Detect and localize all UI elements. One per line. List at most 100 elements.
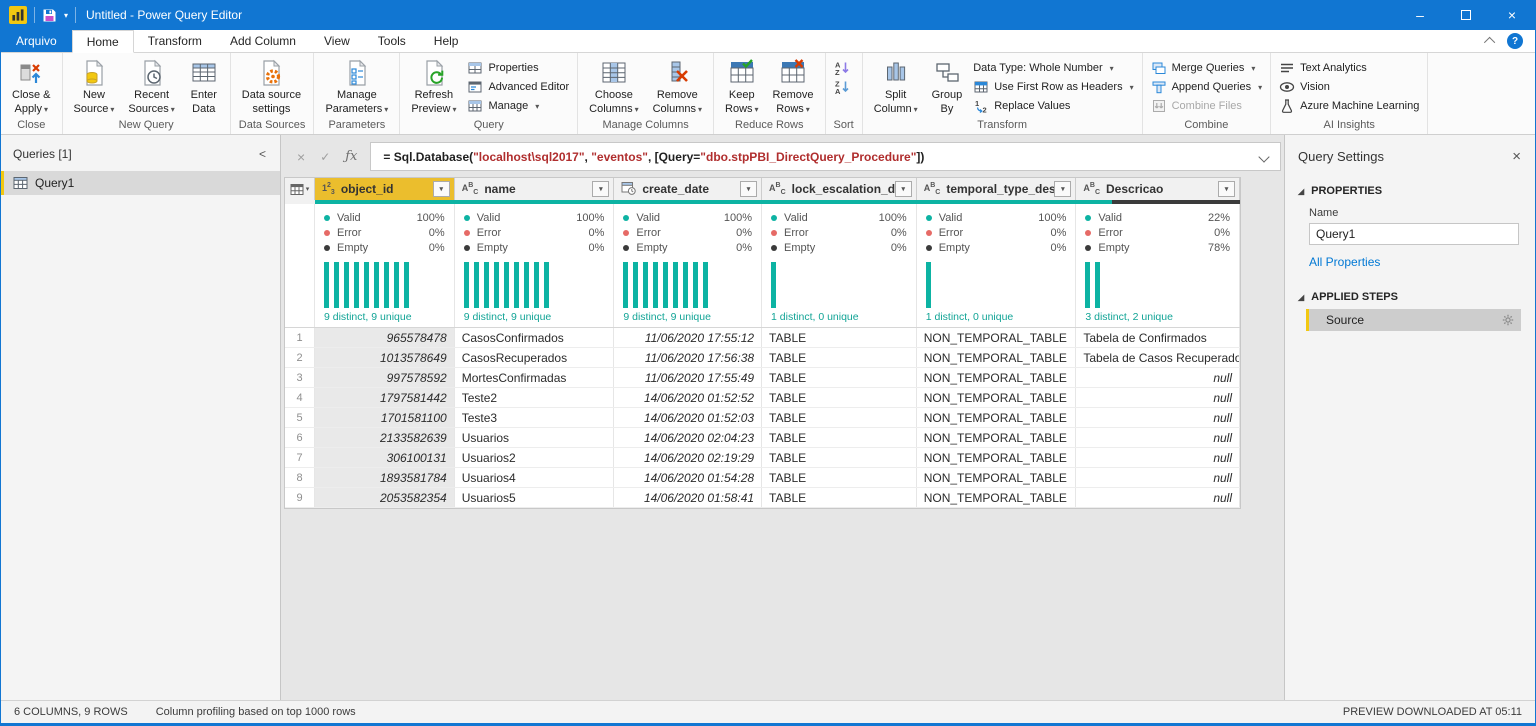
cell-create_date[interactable]: 11/06/2020 17:55:12 [614,328,763,347]
all-properties-link[interactable]: All Properties [1285,245,1535,287]
cell-create_date[interactable]: 14/06/2020 02:19:29 [614,448,763,467]
recent-sources-button[interactable]: Recent Sources ▾ [122,56,180,119]
cell-temporal_type_desc[interactable]: NON_TEMPORAL_TABLE [917,388,1077,407]
cell-Descricao[interactable]: Tabela de Casos Recuperados [1076,348,1241,367]
tab-home[interactable]: Home [71,30,134,53]
merge-queries-button[interactable]: Merge Queries ▾ [1148,59,1266,77]
cell-object_id[interactable]: 965578478 [315,328,455,347]
column-filter-button[interactable]: ▾ [592,181,610,197]
cell-name[interactable]: Usuarios2 [455,448,615,467]
manage-parameters-button[interactable]: Manage Parameters ▾ [319,56,394,119]
remove-rows-button[interactable]: Remove Rows ▾ [767,56,820,119]
cell-lock_escalation_desc[interactable]: TABLE [762,408,917,427]
cell-Descricao[interactable]: null [1076,368,1241,387]
vision-button[interactable]: Vision [1276,78,1422,96]
new-source-button[interactable]: New Source ▾ [68,56,121,119]
tab-add-column[interactable]: Add Column [216,30,310,52]
data-type-button[interactable]: Data Type: Whole Number ▾ [970,59,1136,77]
cell-Descricao[interactable]: null [1076,468,1241,487]
profiling-note[interactable]: Column profiling based on top 1000 rows [156,706,356,718]
properties-section-header[interactable]: ◢ PROPERTIES [1285,181,1535,199]
applied-step-source[interactable]: Source [1306,309,1521,331]
cell-temporal_type_desc[interactable]: NON_TEMPORAL_TABLE [917,428,1077,447]
cell-name[interactable]: Teste2 [455,388,615,407]
cell-Descricao[interactable]: null [1076,428,1241,447]
formula-dropdown-icon[interactable] [1258,150,1270,163]
cell-create_date[interactable]: 14/06/2020 01:54:28 [614,468,763,487]
remove-columns-button[interactable]: Remove Columns ▾ [647,56,708,119]
append-queries-button[interactable]: Append Queries ▾ [1148,78,1266,96]
cell-object_id[interactable]: 1893581784 [315,468,455,487]
tab-view[interactable]: View [310,30,364,52]
column-header-create_date[interactable]: create_date ▾ [614,178,763,200]
save-icon[interactable] [42,8,57,23]
cell-object_id[interactable]: 306100131 [315,448,455,467]
use-first-row-as-headers-button[interactable]: Use First Row as Headers ▾ [970,78,1136,96]
cell-name[interactable]: CasosConfirmados [455,328,615,347]
tab-transform[interactable]: Transform [134,30,216,52]
cell-Descricao[interactable]: null [1076,408,1241,427]
tab-tools[interactable]: Tools [364,30,420,52]
keep-rows-button[interactable]: Keep Rows ▾ [719,56,765,119]
close-apply-button[interactable]: Close & Apply ▾ [6,56,57,119]
step-settings-gear-icon[interactable] [1502,314,1514,326]
cell-name[interactable]: CasosRecuperados [455,348,615,367]
refresh-preview-button[interactable]: Refresh Preview ▾ [405,56,462,119]
choose-columns-button[interactable]: Choose Columns ▾ [583,56,644,119]
column-header-Descricao[interactable]: ABC Descricao ▾ [1076,178,1241,200]
cell-create_date[interactable]: 14/06/2020 01:52:03 [614,408,763,427]
split-column-button[interactable]: Split Column ▾ [868,56,924,119]
text-analytics-button[interactable]: Text Analytics [1276,59,1422,77]
replace-values-button[interactable]: 1 2 Replace Values [970,97,1136,115]
enter-data-button[interactable]: Enter Data [183,56,225,119]
maximize-button[interactable] [1443,0,1489,30]
cell-temporal_type_desc[interactable]: NON_TEMPORAL_TABLE [917,368,1077,387]
cell-Descricao[interactable]: null [1076,448,1241,467]
cell-name[interactable]: Teste3 [455,408,615,427]
properties-button[interactable]: Properties [464,59,572,77]
cell-name[interactable]: Usuarios4 [455,468,615,487]
cell-lock_escalation_desc[interactable]: TABLE [762,388,917,407]
cell-object_id[interactable]: 2133582639 [315,428,455,447]
sort-ascending-button[interactable]: AZ [831,59,853,77]
close-settings-icon[interactable]: × [1512,148,1521,165]
minimize-button[interactable]: – [1397,0,1443,30]
cell-lock_escalation_desc[interactable]: TABLE [762,448,917,467]
cell-Descricao[interactable]: null [1076,488,1241,507]
tab-help[interactable]: Help [420,30,473,52]
cell-temporal_type_desc[interactable]: NON_TEMPORAL_TABLE [917,348,1077,367]
column-filter-button[interactable]: ▾ [1054,181,1072,197]
cell-object_id[interactable]: 1701581100 [315,408,455,427]
cell-create_date[interactable]: 11/06/2020 17:56:38 [614,348,763,367]
cell-lock_escalation_desc[interactable]: TABLE [762,348,917,367]
cell-temporal_type_desc[interactable]: NON_TEMPORAL_TABLE [917,468,1077,487]
cell-lock_escalation_desc[interactable]: TABLE [762,488,917,507]
table-corner-cell[interactable]: ▾ [285,178,315,200]
applied-steps-section-header[interactable]: ◢ APPLIED STEPS [1285,287,1535,305]
cell-temporal_type_desc[interactable]: NON_TEMPORAL_TABLE [917,448,1077,467]
cell-create_date[interactable]: 11/06/2020 17:55:49 [614,368,763,387]
cell-create_date[interactable]: 14/06/2020 01:58:41 [614,488,763,507]
formula-input[interactable]: = Sql.Database("localhost\sql2017", "eve… [370,142,1281,171]
cell-name[interactable]: Usuarios [455,428,615,447]
column-filter-button[interactable]: ▾ [432,181,450,197]
column-filter-button[interactable]: ▾ [740,181,758,197]
formula-cancel-icon[interactable]: × [297,149,305,165]
column-header-lock_escalation_desc[interactable]: ABC lock_escalation_desc▾ [762,178,917,200]
cell-lock_escalation_desc[interactable]: TABLE [762,468,917,487]
advanced-editor-button[interactable]: Advanced Editor [464,78,572,96]
cell-create_date[interactable]: 14/06/2020 02:04:23 [614,428,763,447]
cell-temporal_type_desc[interactable]: NON_TEMPORAL_TABLE [917,408,1077,427]
column-header-temporal_type_desc[interactable]: ABC temporal_type_desc ▾ [917,178,1077,200]
sort-descending-button[interactable]: ZA [831,78,853,96]
formula-commit-icon[interactable]: ✓ [320,150,330,164]
cell-name[interactable]: MortesConfirmadas [455,368,615,387]
column-header-name[interactable]: ABC name ▾ [455,178,615,200]
query-list-item[interactable]: Query1 [1,171,280,195]
help-icon[interactable]: ? [1507,33,1523,49]
file-menu-tab[interactable]: Arquivo [1,30,72,52]
cell-lock_escalation_desc[interactable]: TABLE [762,368,917,387]
cell-object_id[interactable]: 1013578649 [315,348,455,367]
cell-Descricao[interactable]: null [1076,388,1241,407]
quick-access-dropdown-icon[interactable]: ▾ [64,11,68,20]
